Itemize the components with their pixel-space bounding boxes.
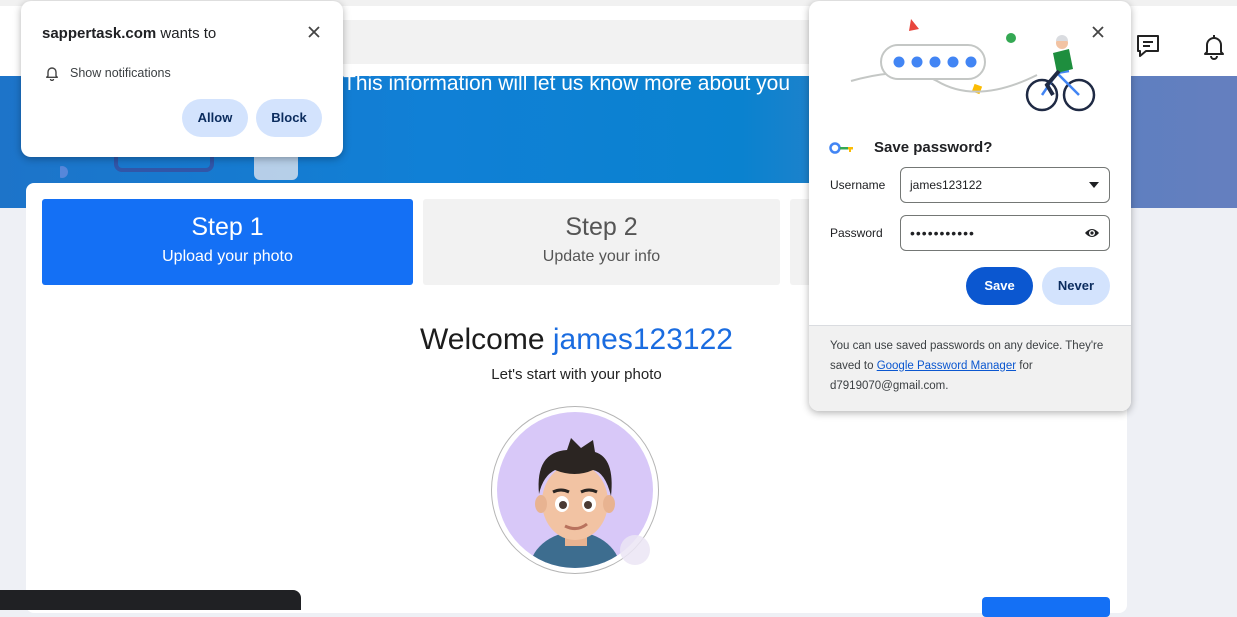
step-2-tab[interactable]: Step 2 Update your info bbox=[423, 199, 780, 285]
password-label: Password bbox=[830, 226, 883, 240]
eye-icon[interactable] bbox=[1084, 227, 1100, 239]
avatar-upload[interactable] bbox=[491, 406, 659, 574]
step-1-tab[interactable]: Step 1 Upload your photo bbox=[42, 199, 413, 285]
wants-to-text: wants to bbox=[160, 25, 217, 42]
username-select[interactable]: james123122 bbox=[900, 167, 1110, 203]
password-manager-link[interactable]: Google Password Manager bbox=[877, 360, 1016, 372]
password-illustration bbox=[850, 19, 1096, 112]
camera-icon[interactable] bbox=[620, 535, 650, 565]
welcome-username: james123122 bbox=[552, 323, 733, 356]
password-value: ••••••••••• bbox=[910, 225, 975, 241]
search-input[interactable]: n bbox=[280, 20, 820, 64]
save-button[interactable]: Save bbox=[966, 267, 1033, 305]
password-field[interactable]: ••••••••••• bbox=[900, 215, 1110, 251]
next-button[interactable] bbox=[982, 597, 1110, 617]
site-name: sappertask.com bbox=[42, 25, 157, 42]
password-footer: You can use saved passwords on any devic… bbox=[809, 325, 1131, 411]
banner-text: This information will let us know more a… bbox=[343, 76, 791, 95]
bottom-toast bbox=[0, 590, 301, 610]
block-button[interactable]: Block bbox=[256, 99, 322, 137]
username-value: james123122 bbox=[910, 178, 983, 192]
close-icon[interactable] bbox=[305, 23, 323, 41]
footer-text-for: for bbox=[1019, 360, 1033, 372]
never-button[interactable]: Never bbox=[1042, 267, 1110, 305]
dropdown-arrow-icon bbox=[1089, 182, 1099, 188]
welcome-greeting: Welcome bbox=[420, 323, 545, 356]
bell-icon bbox=[46, 67, 58, 81]
notification-permission-prompt: sappertask.com wants to Show notificatio… bbox=[21, 1, 343, 157]
step-subtitle: Update your info bbox=[542, 248, 661, 265]
step-subtitle: Upload your photo bbox=[162, 248, 293, 265]
footer-email: d7919070@gmail.com. bbox=[830, 380, 949, 392]
chat-icon[interactable] bbox=[1134, 32, 1162, 60]
save-password-title: Save password? bbox=[874, 139, 993, 156]
allow-button[interactable]: Allow bbox=[182, 99, 248, 137]
key-icon bbox=[829, 142, 853, 154]
permission-text: Show notifications bbox=[70, 66, 171, 80]
username-label: Username bbox=[830, 178, 886, 192]
step-title: Step 1 bbox=[191, 213, 264, 241]
notification-prompt-title: sappertask.com wants to bbox=[42, 25, 216, 42]
step-title: Step 2 bbox=[565, 213, 638, 241]
save-password-bubble: Save password? Username james123122 Pass… bbox=[809, 1, 1131, 411]
bell-icon[interactable] bbox=[1200, 32, 1228, 60]
